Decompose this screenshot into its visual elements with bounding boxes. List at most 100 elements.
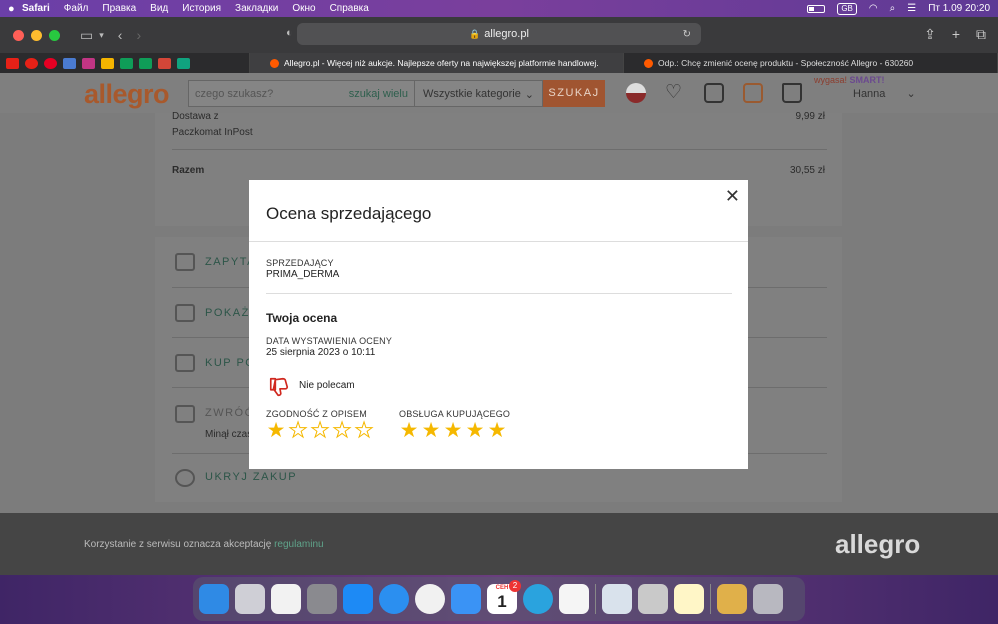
- menu-window[interactable]: Окно: [292, 3, 315, 14]
- font-book-icon[interactable]: [638, 584, 668, 614]
- menu-view[interactable]: Вид: [150, 3, 168, 14]
- privacy-shield-icon[interactable]: ◐: [286, 27, 293, 39]
- seller-name: PRIMA_DERMA: [266, 269, 340, 280]
- buyer-service-stars: ★ ★ ★ ★ ★: [399, 420, 507, 441]
- messages-icon[interactable]: [704, 83, 724, 103]
- star-icon: ★: [266, 419, 286, 442]
- safari-icon[interactable]: [379, 584, 409, 614]
- rating-label: OBSŁUGA KUPUJĄCEGO: [399, 409, 511, 419]
- tab-community[interactable]: Odp.: Chcę zmienić ocenę produktu - Społ…: [624, 53, 998, 73]
- translate-icon[interactable]: [63, 57, 76, 69]
- category-value: Wszystkie kategorie: [423, 88, 521, 100]
- star-icon: ★: [332, 419, 352, 442]
- delivery-price: 9,99 zł: [795, 111, 825, 122]
- sheets-icon[interactable]: [120, 57, 133, 69]
- url-text: allegro.pl: [484, 28, 529, 40]
- youtube-music-icon[interactable]: [25, 57, 38, 69]
- control-center-icon[interactable]: ☰: [907, 3, 916, 14]
- tab-overview-icon[interactable]: ⧉: [976, 26, 986, 43]
- search-input[interactable]: czego szukasz? szukaj wielu: [188, 80, 415, 107]
- zoom-window-button[interactable]: [49, 29, 60, 41]
- cart-icon[interactable]: [782, 83, 802, 103]
- menu-help[interactable]: Справка: [330, 3, 369, 14]
- browser-toolbar: ▭ ▾ ‹ › ◐ 🔒 allegro.pl ↻ ⇪ + ⧉: [0, 17, 998, 53]
- total-label: Razem: [172, 165, 205, 176]
- smart-promo[interactable]: wygasa! SMART!: [814, 75, 885, 85]
- instagram-icon[interactable]: [82, 57, 95, 69]
- youtube-icon[interactable]: [6, 57, 19, 69]
- question-icon: [175, 253, 195, 271]
- footer-text: Korzystanie z serwisu oznacza akceptację: [84, 539, 272, 550]
- star-icon: ★: [399, 419, 419, 442]
- new-tab-button[interactable]: +: [952, 26, 960, 43]
- divider: [249, 241, 748, 242]
- menu-bookmarks[interactable]: Закладки: [235, 3, 278, 14]
- pinterest-icon[interactable]: [44, 57, 57, 69]
- deliveries-icon[interactable]: [743, 83, 763, 103]
- chatgpt-icon[interactable]: [177, 57, 190, 69]
- sheets-icon-2[interactable]: [139, 57, 152, 69]
- poland-flag-icon[interactable]: [626, 83, 646, 103]
- photos-icon[interactable]: [271, 584, 301, 614]
- allegro-favicon-icon: [644, 58, 653, 68]
- apple-icon[interactable]: ●: [8, 3, 22, 15]
- heart-icon[interactable]: ♡: [665, 83, 685, 103]
- back-button[interactable]: ‹: [118, 27, 123, 43]
- preview-icon[interactable]: [602, 584, 632, 614]
- mail-icon[interactable]: [451, 584, 481, 614]
- search-button[interactable]: SZUKAJ: [543, 80, 605, 107]
- tab-allegro-home[interactable]: Allegro.pl - Więcej niż aukcje. Najlepsz…: [250, 53, 624, 73]
- site-header: allegro czego szukasz? szukaj wielu Wszy…: [0, 73, 998, 113]
- menu-history[interactable]: История: [182, 3, 221, 14]
- chrome-icon[interactable]: [415, 584, 445, 614]
- close-window-button[interactable]: [13, 29, 24, 41]
- search-many-link[interactable]: szukaj wielu: [349, 88, 408, 100]
- input-source[interactable]: GB: [837, 2, 857, 15]
- spotlight-icon[interactable]: ⌕: [890, 3, 896, 14]
- launchpad-icon[interactable]: [235, 584, 265, 614]
- archive-utility-icon[interactable]: [717, 584, 747, 614]
- gmail-icon[interactable]: [158, 57, 171, 69]
- reload-icon[interactable]: ↻: [683, 29, 691, 40]
- system-preferences-icon[interactable]: [307, 584, 337, 614]
- menu-clock[interactable]: Пт 1.09 20:20: [928, 3, 990, 14]
- chevron-down-icon: ⌄: [524, 89, 534, 101]
- delivery-label: Dostawa z: [172, 111, 219, 122]
- seller-rating-modal: Ocena sprzedającego ✕ SPRZEDAJĄCY PRIMA_…: [249, 180, 748, 469]
- wifi-icon[interactable]: ◠: [869, 3, 878, 14]
- return-link: ZWRÓĆ: [205, 407, 255, 419]
- finder-icon[interactable]: [199, 584, 229, 614]
- share-icon[interactable]: ⇪: [924, 26, 936, 43]
- star-icon: ★: [354, 419, 374, 442]
- user-menu[interactable]: Hanna ⌄: [853, 87, 916, 100]
- tab-label: Allegro.pl - Więcej niż aukcje. Najlepsz…: [284, 58, 599, 68]
- telegram-icon[interactable]: [523, 584, 553, 614]
- terms-link[interactable]: regulaminu: [274, 539, 323, 550]
- address-bar[interactable]: 🔒 allegro.pl ↻: [297, 23, 701, 45]
- drive-icon[interactable]: [101, 57, 114, 69]
- category-select[interactable]: Wszystkie kategorie ⌄: [415, 80, 543, 107]
- return-icon: [175, 405, 195, 423]
- battery-icon[interactable]: [807, 4, 826, 13]
- trash-icon[interactable]: [753, 584, 783, 614]
- hide-eye-icon: [175, 469, 195, 487]
- user-name: Hanna: [853, 88, 886, 100]
- minimize-window-button[interactable]: [31, 29, 42, 41]
- footer-terms: Korzystanie z serwisu oznacza akceptację…: [84, 539, 324, 550]
- menu-edit[interactable]: Правка: [102, 3, 136, 14]
- sidebar-toggle-icon[interactable]: ▭: [80, 27, 93, 44]
- menu-app[interactable]: Safari: [22, 3, 50, 14]
- dock: СЕН 1 2: [193, 577, 805, 621]
- screenshot-icon[interactable]: [559, 584, 589, 614]
- calendar-icon[interactable]: СЕН 1 2: [487, 580, 521, 614]
- allegro-logo[interactable]: allegro: [84, 79, 170, 110]
- forward-button[interactable]: ›: [136, 27, 141, 43]
- menu-file[interactable]: Файл: [64, 3, 89, 14]
- hide-purchase-link[interactable]: UKRYJ ZAKUP: [205, 471, 297, 483]
- return-expired-note: Minął czas: [205, 429, 253, 440]
- notes-icon[interactable]: [674, 584, 704, 614]
- lock-icon: 🔒: [469, 28, 481, 39]
- chevron-down-icon[interactable]: ▾: [99, 30, 104, 41]
- close-icon[interactable]: ✕: [725, 186, 740, 207]
- app-store-icon[interactable]: [343, 584, 373, 614]
